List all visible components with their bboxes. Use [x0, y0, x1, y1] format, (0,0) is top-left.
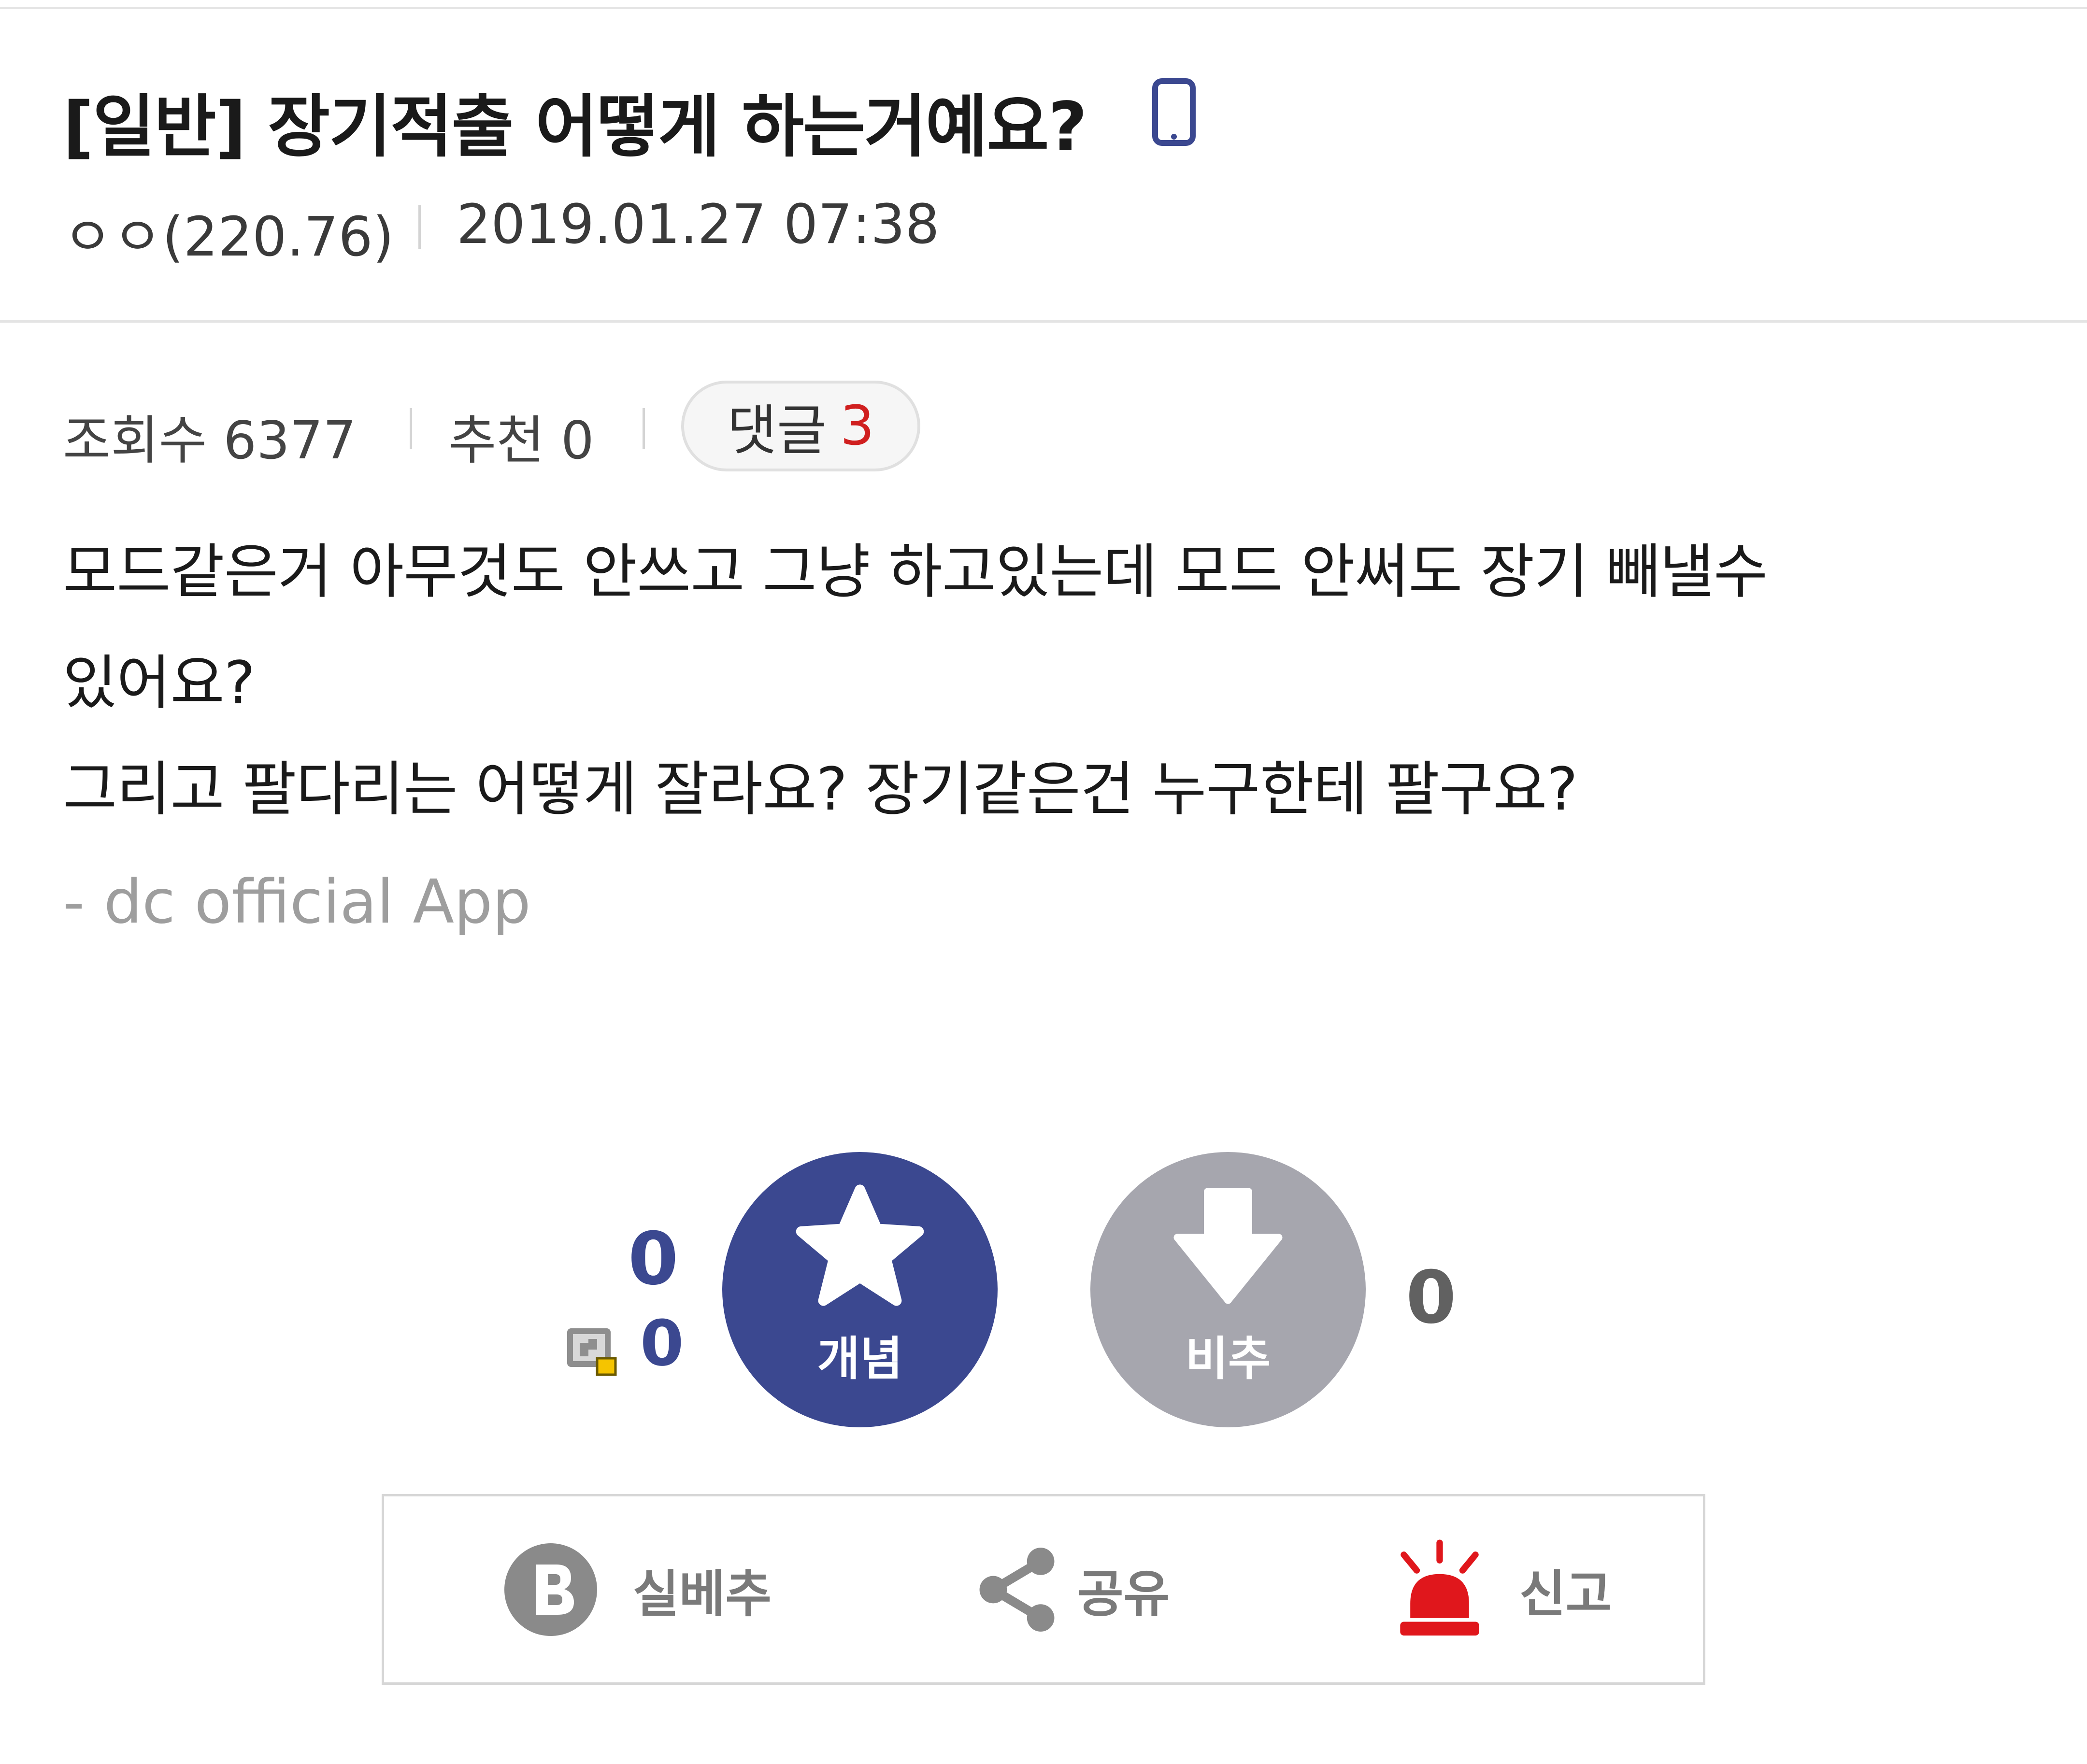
- app-signature: - dc official App: [63, 867, 531, 937]
- b-badge-icon: [504, 1543, 597, 1636]
- post-body-line: 그리고 팔다리는 어떻게 잘라요? 장기같은건 누구한테 팔구요?: [63, 755, 1578, 824]
- fixed-nick-icon: [567, 1328, 617, 1376]
- top-divider: [0, 7, 2087, 9]
- fixed-nick-upvote-count: 0: [640, 1307, 684, 1380]
- comment-label: 댓글: [727, 399, 827, 462]
- upvote-label: 개념: [817, 1331, 903, 1386]
- arrow-down-icon: [1173, 1188, 1283, 1304]
- best-recommend-label: 실베추: [633, 1565, 772, 1623]
- action-bar: 실베추 공유 신고: [382, 1494, 1705, 1685]
- comment-count: 3: [840, 395, 875, 457]
- mobile-icon: [1152, 78, 1196, 146]
- share-label: 공유: [1077, 1565, 1170, 1623]
- header-divider: [0, 320, 2087, 323]
- recommend-count: 추천 0: [448, 411, 594, 471]
- downvote-label: 비추: [1185, 1331, 1271, 1386]
- post-author[interactable]: ㅇㅇ(220.76): [63, 193, 394, 271]
- share-button[interactable]: 공유: [976, 1496, 1170, 1682]
- meta-separator: [418, 205, 421, 249]
- report-button[interactable]: 신고: [1394, 1496, 1612, 1682]
- downvote-count: 0: [1406, 1256, 1457, 1340]
- post-title: [일반] 장기적출 어떻게 하는거예요?: [63, 88, 1087, 167]
- share-icon: [979, 1547, 1055, 1632]
- siren-icon: [1400, 1539, 1479, 1636]
- best-recommend-button[interactable]: 실베추: [502, 1496, 772, 1682]
- view-count: 조회수 6377: [63, 411, 357, 471]
- stat-separator: [643, 408, 645, 449]
- stat-separator: [410, 408, 412, 449]
- downvote-button[interactable]: 비추: [1090, 1152, 1366, 1427]
- upvote-count: 0: [628, 1217, 679, 1301]
- star-icon: [796, 1184, 924, 1306]
- post-body-line: 모드같은거 아무것도 안쓰고 그냥 하고있는데 모드 안써도 장기 빼낼수: [63, 538, 1768, 606]
- comment-button[interactable]: 댓글 3: [681, 381, 920, 471]
- upvote-button[interactable]: 개념: [722, 1152, 998, 1427]
- post-datetime: 2019.01.27 07:38: [457, 193, 940, 256]
- post-body-line: 있어요?: [63, 649, 255, 717]
- report-label: 신고: [1519, 1565, 1612, 1623]
